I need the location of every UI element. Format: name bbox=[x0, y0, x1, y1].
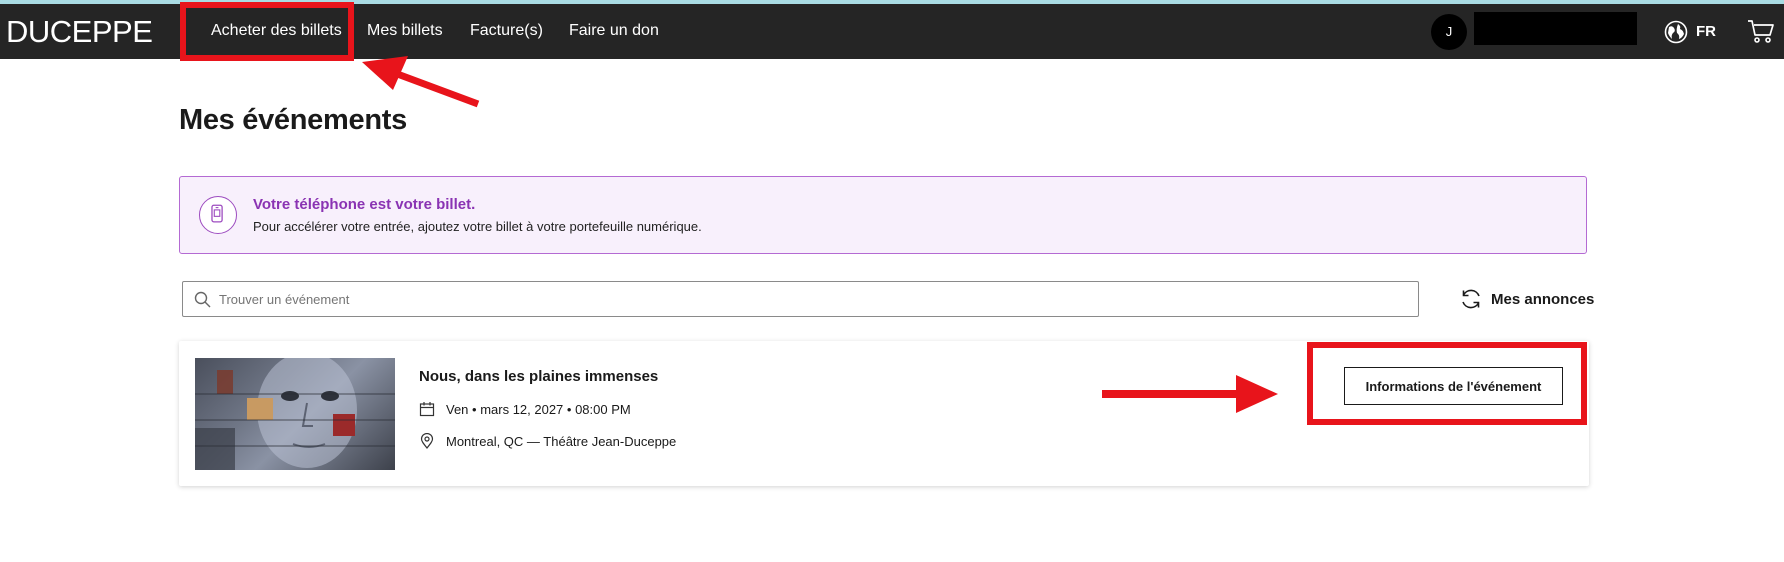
user-name-redacted[interactable] bbox=[1474, 12, 1637, 45]
search-icon bbox=[194, 291, 211, 308]
my-listings-button[interactable]: Mes annonces bbox=[1459, 287, 1594, 311]
globe-icon[interactable] bbox=[1664, 20, 1688, 44]
duceppe-logo[interactable]: DUCEPPE bbox=[6, 16, 153, 48]
digital-ticket-banner: Votre téléphone est votre billet. Pour a… bbox=[179, 176, 1587, 254]
event-title[interactable]: Nous, dans les plaines immenses bbox=[419, 368, 658, 385]
event-venue: Montreal, QC — Théâtre Jean-Duceppe bbox=[446, 434, 677, 449]
language-selector[interactable]: FR bbox=[1696, 23, 1716, 40]
user-avatar[interactable]: J bbox=[1431, 14, 1467, 50]
calendar-icon bbox=[419, 402, 435, 417]
event-search-box[interactable] bbox=[182, 281, 1419, 317]
nav-buy-tickets-link[interactable]: Acheter des billets bbox=[211, 21, 342, 41]
event-card: Nous, dans les plaines immenses Ven • ma… bbox=[179, 341, 1589, 486]
banner-title: Votre téléphone est votre billet. bbox=[253, 196, 476, 213]
nav-donate-link[interactable]: Faire un don bbox=[569, 21, 659, 41]
event-info-button[interactable]: Informations de l'événement bbox=[1344, 367, 1563, 405]
event-poster-art bbox=[195, 358, 395, 470]
banner-text: Pour accélérer votre entrée, ajoutez vot… bbox=[253, 219, 702, 234]
nav-my-tickets-link[interactable]: Mes billets bbox=[367, 21, 443, 41]
refresh-icon bbox=[1462, 289, 1480, 309]
event-date: Ven • mars 12, 2027 • 08:00 PM bbox=[446, 402, 631, 417]
banner-icon-circle bbox=[199, 196, 237, 234]
cart-icon[interactable] bbox=[1747, 18, 1775, 44]
annotation-arrow-nav bbox=[362, 56, 480, 108]
phone-ticket-icon bbox=[211, 204, 223, 223]
nav-invoices-link[interactable]: Facture(s) bbox=[470, 21, 543, 41]
event-image[interactable] bbox=[195, 358, 395, 470]
my-listings-label: Mes annonces bbox=[1491, 291, 1595, 308]
location-pin-icon bbox=[420, 433, 434, 449]
top-navigation-bar: DUCEPPE Acheter des billets Mes billets … bbox=[0, 4, 1784, 59]
event-search-input[interactable] bbox=[219, 282, 1409, 316]
page-title: Mes événements bbox=[179, 104, 407, 136]
